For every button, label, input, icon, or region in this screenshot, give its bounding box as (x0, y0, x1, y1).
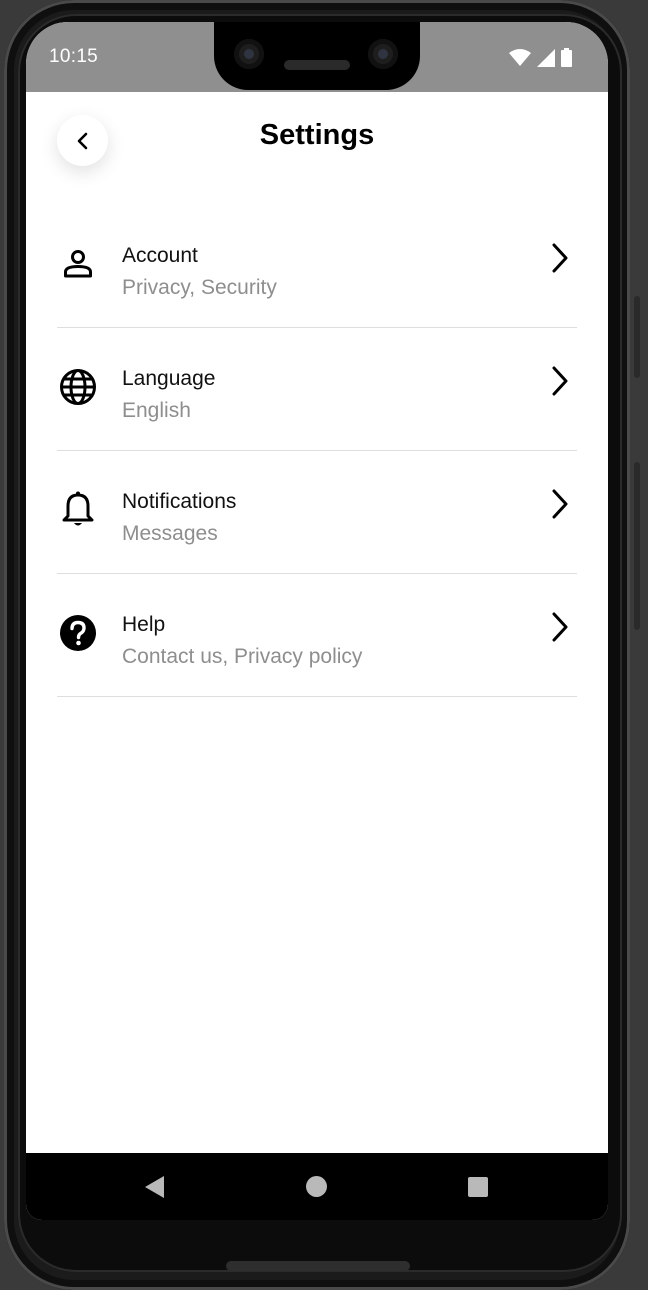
settings-item-label: Notifications (122, 490, 237, 513)
settings-list: Account Privacy, Security Language Engli… (57, 205, 577, 697)
status-time: 10:15 (49, 46, 99, 67)
settings-item-language[interactable]: Language English (57, 328, 577, 451)
screen: 10:15 Settings Account Privacy, Security… (26, 22, 608, 1220)
nav-back-icon[interactable] (144, 1175, 166, 1199)
chevron-right-icon (552, 489, 568, 519)
bell-icon (62, 491, 94, 526)
earpiece-speaker (284, 60, 350, 70)
settings-item-account[interactable]: Account Privacy, Security (57, 205, 577, 328)
bottom-speaker (226, 1261, 410, 1271)
settings-item-label: Language (122, 367, 216, 390)
battery-icon (561, 48, 572, 67)
settings-item-notifications[interactable]: Notifications Messages (57, 451, 577, 574)
status-bar: 10:15 (26, 22, 608, 92)
front-camera (234, 39, 264, 69)
front-camera (368, 39, 398, 69)
chevron-right-icon (552, 366, 568, 396)
settings-item-subtitle: Messages (122, 522, 218, 545)
wifi-icon (509, 48, 531, 66)
volume-button (634, 296, 640, 378)
help-circle-icon (60, 615, 96, 651)
cell-signal-icon (537, 48, 555, 67)
settings-item-subtitle: Privacy, Security (122, 276, 277, 299)
settings-item-subtitle: English (122, 399, 191, 422)
globe-icon (60, 369, 96, 405)
power-button (634, 462, 640, 630)
chevron-right-icon (552, 612, 568, 642)
chevron-right-icon (552, 243, 568, 273)
nav-recents-icon[interactable] (468, 1177, 488, 1197)
page-title: Settings (259, 119, 375, 151)
settings-item-label: Account (122, 244, 198, 267)
system-nav-bar (26, 1153, 608, 1220)
camera-notch (214, 22, 420, 90)
settings-item-help[interactable]: Help Contact us, Privacy policy (57, 574, 577, 697)
status-icons (509, 48, 572, 67)
settings-item-label: Help (122, 613, 166, 636)
person-icon (64, 250, 92, 278)
nav-home-icon[interactable] (306, 1176, 327, 1197)
settings-item-subtitle: Contact us, Privacy policy (122, 645, 363, 668)
